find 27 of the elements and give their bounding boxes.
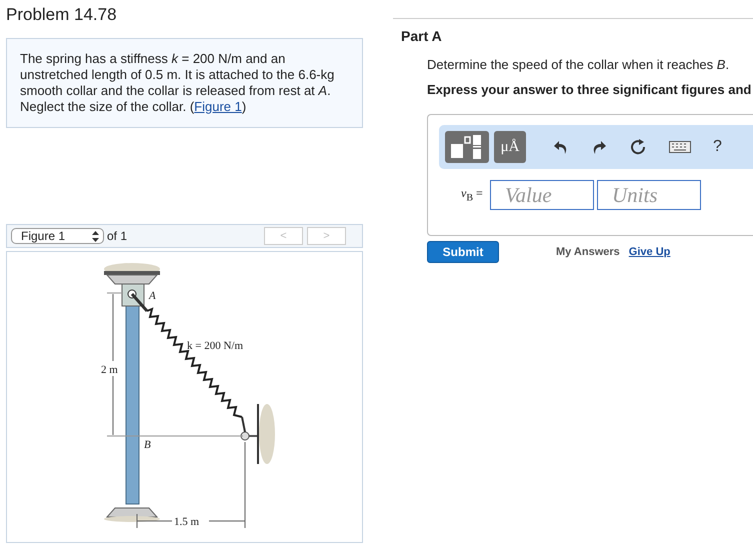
undo-icon[interactable] [553,139,569,155]
template-button[interactable] [445,131,489,163]
figure-count: of 1 [107,229,128,243]
part-title: Part A [401,28,443,44]
my-answers-link[interactable]: My Answers [556,246,620,258]
width-label: 1.5 m [174,516,200,528]
height-label: 2 m [101,364,118,376]
submit-button[interactable]: Submit [427,241,499,263]
problem-statement: The spring has a stiffness k = 200 N/m and an unstretched length of 0.5 m. It is attached to the 6.6-kg smooth collar and the collar is released from rest at A. Neglect the size of the collar. (Figure 1) [20,51,336,115]
figure-link[interactable]: Figure 1 [194,99,242,114]
give-up-link[interactable]: Give Up [628,246,670,258]
spring-label: k = 200 N/m [187,340,244,352]
question-text: Determine the speed of the collar when it reaches B. [427,57,730,72]
redo-icon[interactable] [591,139,607,155]
reset-icon[interactable] [629,138,647,156]
problem-title: Problem 14.78 [6,5,118,25]
units-button[interactable]: μÅ [494,131,526,163]
point-label: A [149,290,156,302]
value-field[interactable]: Value [490,180,594,210]
point-label: B [144,439,151,451]
keyboard-icon[interactable] [669,141,691,153]
help-button[interactable]: ? [713,138,722,156]
units-field[interactable]: Units [597,180,701,210]
figure-select[interactable]: Figure 1 [11,228,104,244]
stepper-icon [92,230,99,242]
instruction-text: Express your answer to three significant figures and [427,82,752,97]
variable-label: v$_{B}$ = [460,186,484,204]
